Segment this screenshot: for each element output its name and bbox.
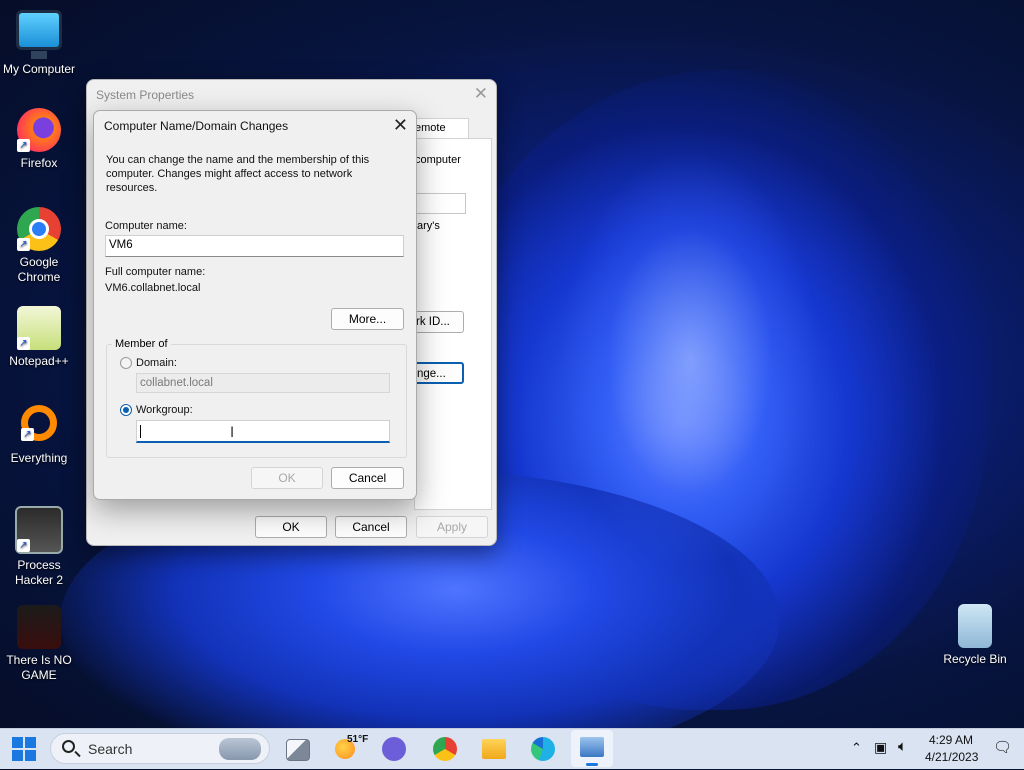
file-explorer-icon[interactable] (482, 739, 506, 759)
computer-name-input[interactable]: VM6 (105, 235, 404, 257)
shortcut-arrow-icon: ↗ (17, 539, 30, 552)
game-logo-icon (17, 605, 61, 649)
system-properties-icon (580, 737, 604, 757)
desktop-icon-label: My Computer (2, 62, 76, 76)
desktop-icon-there-is-no-game[interactable]: There Is NO GAME (1, 605, 77, 683)
bg-text-computer: computer (415, 154, 461, 166)
bg-text-ary: ary's (417, 220, 440, 232)
full-computer-name-label: Full computer name: (105, 266, 206, 278)
start-windows-icon[interactable] (12, 737, 36, 761)
process-hacker-icon: ↗ (15, 506, 63, 554)
desktop-icon-chrome[interactable]: ↗ Google Chrome (1, 207, 77, 285)
shortcut-arrow-icon: ↗ (17, 139, 30, 152)
desktop-icon-process-hacker[interactable]: ↗ Process Hacker 2 (1, 506, 77, 588)
domain-input[interactable]: collabnet.local (136, 373, 390, 393)
desktop-icon-notepadpp[interactable]: ↗ Notepad++ (1, 306, 77, 369)
notepadpp-icon: ↗ (17, 306, 61, 350)
computer-name-label: Computer name: (105, 220, 187, 232)
chrome-icon: ↗ (17, 207, 61, 251)
desktop-icon-everything[interactable]: ↗ Everything (1, 405, 77, 466)
shortcut-arrow-icon: ↗ (17, 337, 30, 350)
clock-time[interactable]: 4:29 AM (929, 733, 973, 747)
desktop-icon-label: Process Hacker 2 (14, 558, 64, 587)
task-view-icon[interactable] (286, 739, 310, 761)
change-button[interactable]: nge... (409, 362, 464, 384)
domain-radio[interactable] (120, 357, 132, 369)
bg-description-field[interactable] (414, 193, 466, 214)
search-icon (62, 740, 75, 753)
desktop-icon-recycle-bin[interactable]: Recycle Bin (937, 604, 1013, 667)
close-icon[interactable]: ✕ (393, 115, 408, 136)
chat-icon[interactable] (382, 737, 406, 761)
desktop-icon-label: Everything (10, 451, 68, 465)
search-label: Search (88, 741, 133, 757)
clock-date[interactable]: 4/21/2023 (925, 750, 978, 764)
desktop-icon-label: Firefox (20, 156, 58, 170)
tab-remote[interactable]: emote (414, 118, 469, 138)
ok-button[interactable]: OK (255, 516, 327, 538)
network-id-button[interactable]: rk ID... (409, 311, 464, 333)
desktop-icon-firefox[interactable]: ↗ Firefox (1, 108, 77, 171)
workgroup-input[interactable]: I (136, 420, 390, 443)
computer-icon (16, 10, 62, 59)
full-computer-name-value: VM6.collabnet.local (105, 282, 201, 294)
everything-search-icon: ↗ (21, 405, 57, 441)
domain-label: Domain: (136, 357, 177, 369)
desktop-icon-label: Recycle Bin (943, 652, 1007, 666)
text-caret (140, 425, 141, 438)
cancel-button[interactable]: Cancel (335, 516, 407, 538)
desktop-icon-label: Notepad++ (9, 354, 69, 368)
dialog-ok-button[interactable]: OK (251, 467, 323, 489)
taskbar-search[interactable]: Search (50, 733, 270, 764)
recycle-bin-icon (958, 604, 992, 648)
chevron-up-icon[interactable]: ⌃ (851, 740, 862, 756)
apply-button[interactable]: Apply (416, 516, 488, 538)
weather-temp: 51°F (347, 734, 369, 745)
taskbar: Search 51°F ⌃ ▣ 🔈︎ 4:29 AM 4/21/2023 🗨︎ (0, 728, 1024, 769)
wallpaper-bloom (430, 70, 990, 710)
computer-name-dialog[interactable]: Computer Name/Domain Changes ✕ You can c… (93, 110, 417, 500)
firefox-icon: ↗ (17, 108, 61, 152)
close-icon[interactable]: ✕ (474, 84, 488, 104)
workgroup-radio[interactable] (120, 404, 132, 416)
desktop-icon-my-computer[interactable]: My Computer (1, 10, 77, 77)
desktop-icon-label: There Is NO GAME (6, 653, 72, 682)
system-properties-taskbar-button[interactable] (571, 730, 613, 767)
chrome-taskbar-icon[interactable] (433, 737, 457, 761)
window-title: System Properties (96, 88, 195, 102)
dialog-title: Computer Name/Domain Changes (104, 119, 289, 133)
desktop-icon-label: Google Chrome (17, 255, 61, 284)
ibeam-cursor-icon: I (230, 425, 235, 441)
volume-icon[interactable]: 🔈︎ (898, 738, 907, 755)
wallpaper-highlight (560, 150, 820, 570)
workgroup-label: Workgroup: (136, 404, 193, 416)
notifications-icon[interactable]: 🗨︎ (993, 738, 1012, 756)
search-highlight-art-icon (219, 738, 261, 760)
member-of-label: Member of (112, 338, 171, 350)
dialog-description: You can change the name and the membersh… (106, 154, 370, 194)
edge-icon[interactable] (531, 737, 555, 761)
shortcut-arrow-icon: ↗ (17, 238, 30, 251)
more-button[interactable]: More... (331, 308, 404, 330)
shortcut-arrow-icon: ↗ (21, 428, 34, 441)
network-icon[interactable]: ▣ (874, 739, 887, 756)
dialog-cancel-button[interactable]: Cancel (331, 467, 404, 489)
